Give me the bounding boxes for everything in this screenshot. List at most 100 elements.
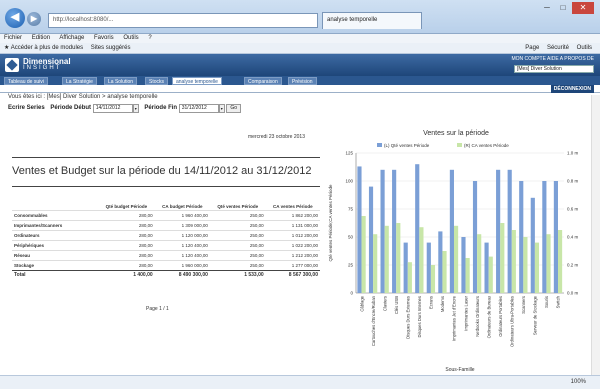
bar-ca-ventes [511,230,516,293]
bar-qte-ventes [472,181,478,293]
logo-icon [5,58,19,72]
x-tick-label: Souris [544,296,549,308]
x-tick-label: Imprimantes Jet d'Encre [452,295,457,341]
table-row: Imprimantes/Scanners 280,00 1 309 000,00 25… [12,219,320,230]
minimize-icon[interactable]: ─ [540,2,554,14]
column-header [12,196,98,210]
divider [12,186,320,187]
favorite-link[interactable]: Sites suggérés [91,45,131,51]
bar-qte-ventes [553,181,558,293]
favorite-link[interactable]: Accéder à plus de modules [11,45,83,51]
y2-tick-label: 0.2 m [567,263,579,268]
x-tick-label: Netbooks Ordinateurs [475,296,480,337]
menu-item[interactable]: Affichage [59,35,84,41]
bar-ca-ventes [546,234,551,293]
bar-qte-ventes [461,237,466,293]
start-label: Période Début [50,105,92,111]
bar-ca-ventes [407,262,412,293]
bar-qte-ventes [519,181,524,293]
menu-item[interactable]: Edition [32,35,50,41]
bar-ca-ventes [453,225,459,293]
calendar-icon[interactable]: ▾ [218,104,225,113]
bar-ca-ventes [396,223,401,293]
toolbar-item[interactable]: Outils [577,45,592,51]
column-header: CA budget Période [162,203,203,209]
bar-ca-ventes [534,242,540,293]
maximize-icon[interactable]: □ [556,2,570,14]
table-row: Consommables 280,00 1 960 400,00 250,00 1 86… [12,209,320,220]
tab-la-strategie[interactable]: La Stratégie [62,77,97,85]
table-row: Ordinateurs 280,00 1 120 000,00 250,00 1 012… [12,229,320,240]
table-row: Périphériques 280,00 1 120 400,00 250,00 1 0… [12,239,320,250]
series-label: Ecrire Series [8,105,45,111]
divider [12,157,320,158]
bar-qte-ventes [542,181,547,293]
tab-comparaison[interactable]: Comparaison [244,77,282,85]
end-date-input[interactable]: 31/12/2012 [178,104,219,113]
bar-ca-ventes [523,237,528,293]
vertical-scrollbar[interactable] [591,95,600,375]
forward-button[interactable]: ▶ [27,12,41,26]
tab-tableau-de-suivi[interactable]: Tableau de suivi [4,77,48,85]
x-tick-label: Switch [556,295,561,308]
menu-item[interactable]: Favoris [94,35,114,41]
bar-qte-ventes [507,169,512,293]
bar-ca-ventes [465,258,470,293]
menu-item[interactable]: Outils [123,35,138,41]
y2-tick-label: 0.0 m [567,291,579,296]
tab-analyse-temporelle[interactable]: analyse temporelle [322,12,422,29]
x-tick-label: Ordinateurs Ultra-Portables [510,296,515,347]
y-tick-label: 0 [350,291,353,296]
tab-stocks[interactable]: Stocks [145,77,169,85]
tab-la-solution[interactable]: La Solution [104,77,138,85]
x-axis-label: Sous-Famille [445,367,474,373]
go-button[interactable]: Go [226,104,242,113]
y2-tick-label: 0.6 m [567,207,579,212]
disconnect-link[interactable]: DÉCONNEXION [550,85,594,93]
bar-qte-ventes [426,242,431,293]
column-header: CA ventes Période [273,203,313,209]
menu-item[interactable]: ? [148,35,151,41]
y-tick-label: 100 [345,179,353,184]
app-header: Dimensional INSIGHT MON COMPTE AIDE A PR… [0,54,600,76]
bar-ca-ventes [384,225,389,293]
bar-qte-ventes [403,242,408,293]
bar-ca-ventes [430,265,436,293]
toolbar-item[interactable]: Sécurité [547,45,569,51]
x-tick-label: Disques Durs Internes [417,296,422,337]
start-date-input[interactable]: 14/11/2012 [92,104,133,113]
toolbar-item[interactable]: Page [525,45,539,51]
calendar-icon[interactable]: ▾ [132,104,139,113]
zoom-level[interactable]: 100% [571,379,586,385]
legend-swatch [457,143,462,147]
bar-qte-ventes [438,231,443,293]
star-icon[interactable]: ★ [4,45,9,51]
menu-bar: Fichier Edition Affichage Favoris Outils… [0,34,600,43]
y2-tick-label: 0.8 m [567,179,579,184]
x-tick-label: Imprimantes Laser [463,295,468,330]
address-bar[interactable]: http://localhost:8080/... [48,13,318,28]
tab-prevision[interactable]: Prévision [288,77,317,85]
close-icon[interactable]: ✕ [572,2,594,14]
back-button[interactable]: ◀ [5,8,25,28]
tab-analyse-temporelle[interactable]: analyse temporelle [172,77,222,85]
report-title: Ventes et Budget sur la période du 14/11… [12,165,312,177]
bar-ca-ventes [500,223,505,293]
breadcrumb: Vous êtes ici : [Mes] Diver Solution > a… [8,94,158,100]
y2-tick-label: 1.0 m [567,151,579,156]
bar-ca-ventes [419,227,424,293]
header-links[interactable]: MON COMPTE AIDE A PROPOS DE [511,56,594,62]
perspective-select[interactable]: [Mes] Diver Solution [514,65,594,73]
legend-swatch [377,143,382,147]
table-row: Réseau 280,00 1 120 400,00 250,00 1 212 200,… [12,249,320,260]
y-axis-label: Qté ventes Période;CA ventes Période [328,184,333,262]
bar-qte-ventes [530,197,535,293]
y-tick-label: 50 [348,235,354,240]
bar-qte-ventes [392,169,397,293]
x-tick-label: Câblage [359,295,364,311]
total-row: Total 1 400,00 8 490 300,00 1 533,00 8 567 3… [12,269,320,280]
y-tick-label: 75 [348,207,354,212]
app-tabs: Tableau de suivi La Stratégie La Solutio… [0,76,600,85]
menu-item[interactable]: Fichier [4,35,22,41]
bar-qte-ventes [357,166,362,293]
